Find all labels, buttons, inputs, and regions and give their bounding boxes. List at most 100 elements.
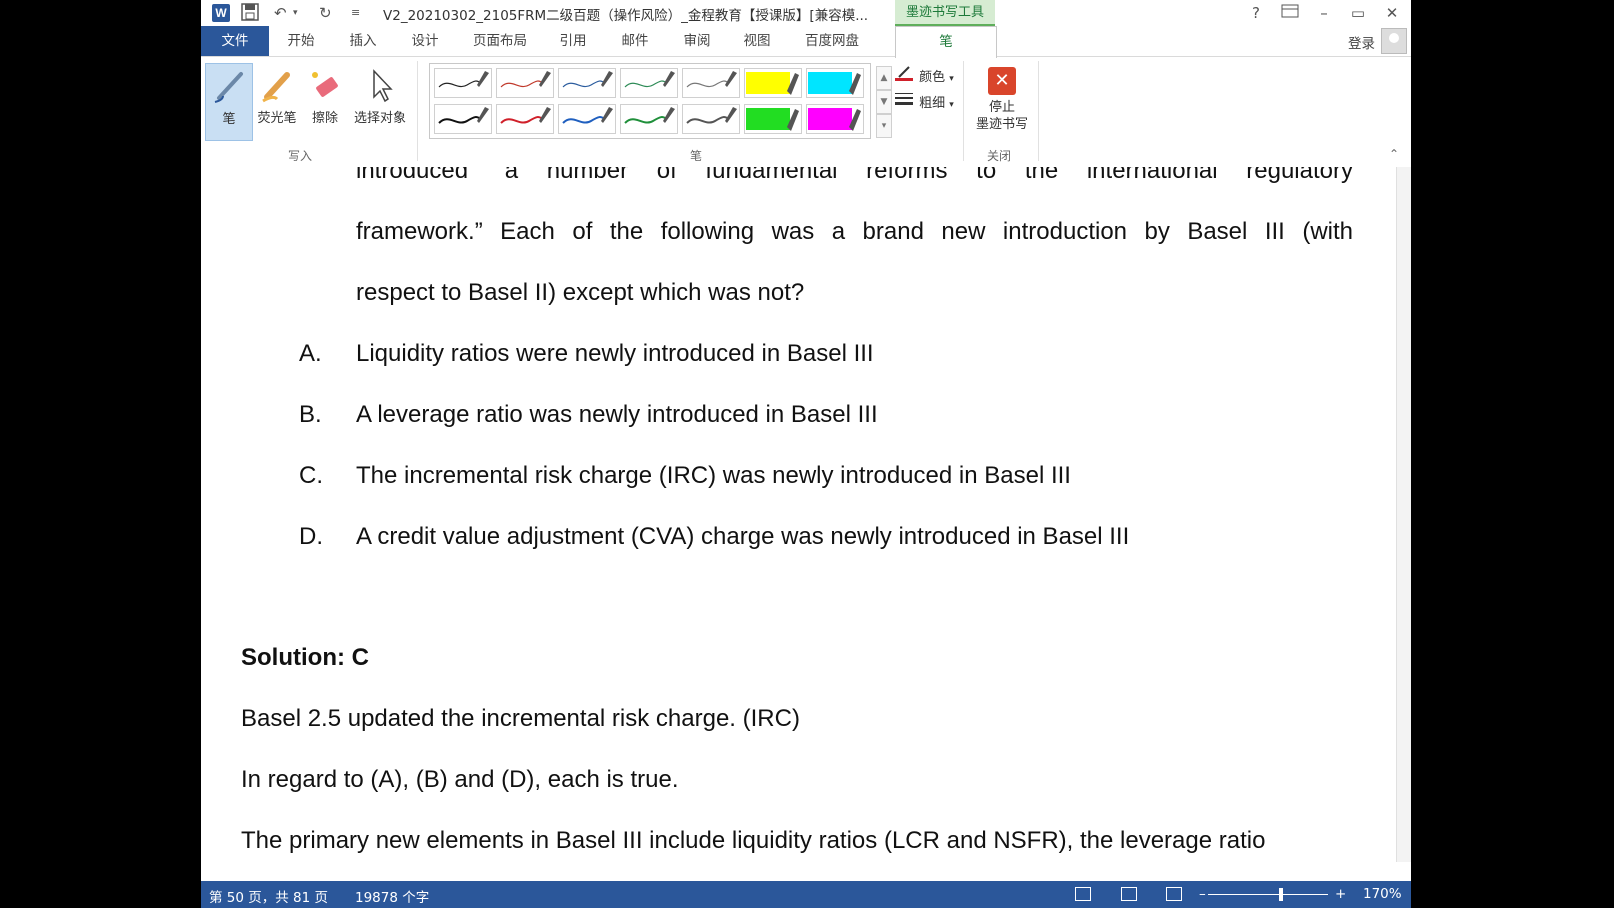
word-window: W ↶ ▾ ↻ ≡ V2_20210302_2105FRM二级百题（操作风险）_… xyxy=(201,0,1411,908)
pen-swatch[interactable] xyxy=(682,68,740,98)
pens-group-label: 笔 xyxy=(690,149,703,163)
color-dropdown[interactable]: 颜色 ▾ xyxy=(895,65,954,85)
highlighter-tool-button[interactable]: 荧光笔 xyxy=(253,63,301,141)
stop-label-line2: 墨迹书写 xyxy=(975,117,1028,132)
option-text-a: Liquidity ratios were newly introduced i… xyxy=(356,340,874,367)
tab-references[interactable]: 引用 xyxy=(551,26,595,56)
pen-swatch[interactable] xyxy=(434,104,492,134)
pen-swatch[interactable] xyxy=(558,68,616,98)
option-text-b: A leverage ratio was newly introduced in… xyxy=(356,401,878,428)
pen-swatch[interactable] xyxy=(496,104,554,134)
option-text-c: The incremental risk charge (IRC) was ne… xyxy=(356,462,1071,489)
restore-button[interactable]: ▭ xyxy=(1343,2,1373,24)
pointer-icon xyxy=(351,67,409,107)
select-objects-button[interactable]: 选择对象 xyxy=(351,63,409,141)
save-icon[interactable] xyxy=(241,3,259,26)
ink-tools-context-tab: 墨迹书写工具 xyxy=(895,0,995,26)
tab-pen[interactable]: 笔 xyxy=(895,26,997,58)
zoom-in-button[interactable]: + xyxy=(1335,886,1346,902)
select-objects-label: 选择对象 xyxy=(353,111,406,126)
eraser-tool-label: 擦除 xyxy=(311,111,338,126)
stop-inking-button[interactable]: ✕ 停止 墨迹书写 xyxy=(974,63,1030,133)
pen-swatch[interactable] xyxy=(496,68,554,98)
tab-mailings[interactable]: 邮件 xyxy=(613,26,657,56)
document-page[interactable]: introduced “a number of fundamental refo… xyxy=(201,167,1397,862)
question-text-line1: introduced “a number of fundamental refo… xyxy=(356,167,1353,184)
ribbon-display-options-icon[interactable] xyxy=(1275,2,1305,24)
gallery-more-icon[interactable]: ▾ xyxy=(876,114,892,138)
word-count[interactable]: 19878 个字 xyxy=(355,886,429,906)
gallery-down-icon[interactable]: ▼ xyxy=(876,90,892,114)
login-link[interactable]: 登录 xyxy=(1348,32,1375,52)
tab-baidu-netdisk[interactable]: 百度网盘 xyxy=(797,26,867,56)
pen-swatch[interactable] xyxy=(620,104,678,134)
pen-tool-button[interactable]: 笔 xyxy=(205,63,253,141)
pen-swatch[interactable] xyxy=(806,104,864,134)
redo-icon[interactable]: ↻ xyxy=(319,3,332,23)
pen-color-icon xyxy=(895,66,913,81)
question-text-line3: respect to Basel II) except which was no… xyxy=(356,279,805,306)
pen-swatch[interactable] xyxy=(744,68,802,98)
solution-heading: Solution: C xyxy=(241,644,369,671)
option-letter-b: B. xyxy=(299,401,322,428)
group-separator xyxy=(417,61,418,161)
pen-swatch[interactable] xyxy=(682,104,740,134)
thickness-dropdown[interactable]: 粗细 ▾ xyxy=(895,91,954,111)
undo-icon[interactable]: ↶ xyxy=(274,3,287,23)
zoom-level[interactable]: 170% xyxy=(1363,886,1402,902)
highlighter-icon xyxy=(253,67,301,107)
pen-swatch[interactable] xyxy=(620,68,678,98)
pen-swatch[interactable] xyxy=(806,68,864,98)
web-layout-icon[interactable] xyxy=(1166,887,1182,901)
pen-swatch[interactable] xyxy=(558,104,616,134)
explanation-line3: The primary new elements in Basel III in… xyxy=(241,827,1266,854)
explanation-line1: Basel 2.5 updated the incremental risk c… xyxy=(241,705,800,732)
read-mode-icon[interactable] xyxy=(1075,887,1091,901)
close-group-label: 关闭 xyxy=(987,149,1012,163)
tab-home[interactable]: 开始 xyxy=(279,26,323,56)
print-layout-icon[interactable] xyxy=(1121,887,1137,901)
customize-qat-icon[interactable]: ≡ xyxy=(351,3,360,23)
line-weight-icon xyxy=(895,93,913,105)
color-label: 颜色 xyxy=(919,70,946,85)
pen-swatch[interactable] xyxy=(744,104,802,134)
explanation-line2: In regard to (A), (B) and (D), each is t… xyxy=(241,766,679,793)
pen-gallery: ▲ ▼ ▾ xyxy=(429,63,892,139)
tab-view[interactable]: 视图 xyxy=(735,26,779,56)
tab-file[interactable]: 文件 xyxy=(201,26,269,56)
zoom-slider[interactable] xyxy=(1208,894,1328,895)
document-title: V2_20210302_2105FRM二级百题（操作风险）_金程教育【授课版】[… xyxy=(383,8,869,24)
option-letter-d: D. xyxy=(299,523,323,550)
page-count[interactable]: 第 50 页，共 81 页 xyxy=(209,886,328,906)
undo-dropdown-icon[interactable]: ▾ xyxy=(293,3,298,23)
avatar[interactable] xyxy=(1381,28,1407,54)
pen-swatch[interactable] xyxy=(434,68,492,98)
help-button[interactable]: ? xyxy=(1241,2,1271,24)
zoom-out-button[interactable]: – xyxy=(1199,886,1206,902)
thickness-label: 粗细 xyxy=(919,96,946,111)
tab-design[interactable]: 设计 xyxy=(403,26,447,56)
vertical-scrollbar[interactable] xyxy=(1396,167,1411,862)
highlighter-tool-label: 荧光笔 xyxy=(257,111,297,126)
group-separator xyxy=(1038,61,1039,161)
option-letter-c: C. xyxy=(299,462,323,489)
pen-icon xyxy=(206,68,252,108)
tab-review[interactable]: 审阅 xyxy=(675,26,719,56)
pen-tool-label: 笔 xyxy=(222,112,236,127)
ribbon-pen: 笔 荧光笔 擦除 选择对象 写入 ▲ ▼ ▾ 笔 颜色 ▾ 粗细 ▾ ✕ 停止 … xyxy=(201,57,1411,168)
collapse-ribbon-icon[interactable]: ⌃ xyxy=(1389,147,1399,161)
write-group-label: 写入 xyxy=(288,149,313,163)
option-text-d: A credit value adjustment (CVA) charge w… xyxy=(356,523,1130,550)
zoom-slider-thumb[interactable] xyxy=(1279,888,1283,901)
eraser-icon xyxy=(301,67,349,107)
title-bar: W ↶ ▾ ↻ ≡ V2_20210302_2105FRM二级百题（操作风险）_… xyxy=(201,0,1411,26)
gallery-up-icon[interactable]: ▲ xyxy=(876,66,892,90)
question-text-line2: framework.” Each of the following was a … xyxy=(356,218,1353,245)
status-bar: 第 50 页，共 81 页 19878 个字 – + 170% xyxy=(201,881,1411,908)
tab-layout[interactable]: 页面布局 xyxy=(465,26,535,56)
eraser-tool-button[interactable]: 擦除 xyxy=(301,63,349,141)
close-button[interactable]: ✕ xyxy=(1377,2,1407,24)
tab-insert[interactable]: 插入 xyxy=(341,26,385,56)
word-app-icon[interactable]: W xyxy=(212,4,230,22)
minimize-button[interactable]: – xyxy=(1309,2,1339,24)
